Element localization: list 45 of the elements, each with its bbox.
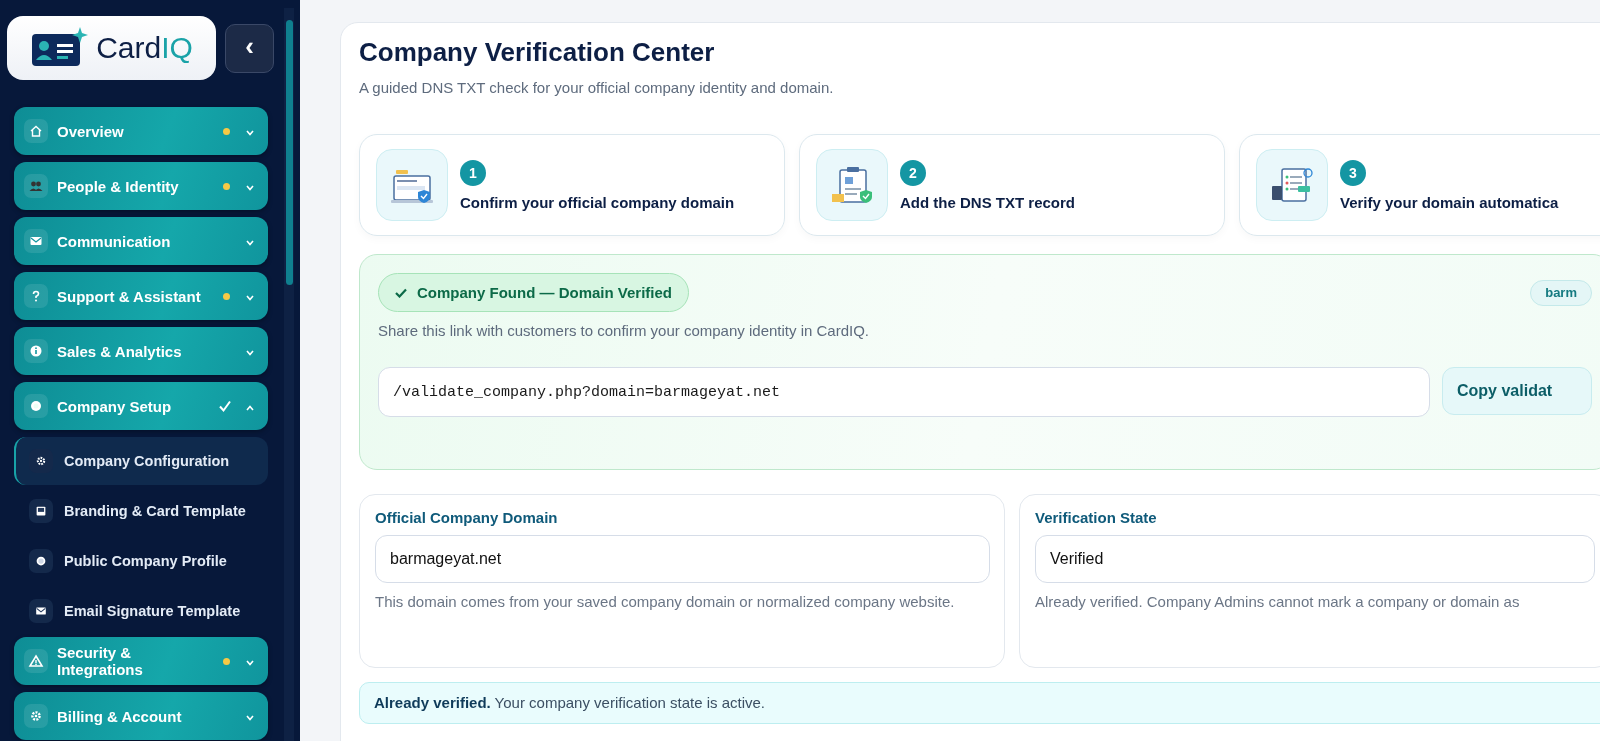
logo-wordmark: CardIQ	[96, 31, 193, 65]
home-icon	[28, 123, 44, 139]
chevron-icon	[246, 405, 254, 411]
step-title: Verify your domain automatica	[1340, 193, 1559, 211]
nav-subitem[interactable]: Company Configuration	[14, 437, 268, 485]
scrollbar-thumb[interactable]	[286, 20, 293, 285]
link-field[interactable]: /validate_company.php?domain=barmageyat.net	[378, 367, 1430, 417]
chevron-icon	[246, 350, 254, 356]
gear-icon	[28, 708, 44, 724]
chevron-icon	[246, 240, 254, 246]
step-number: 2	[900, 159, 926, 186]
nav-subitem[interactable]: Public Company Profile	[14, 537, 268, 585]
field-label: Verification State	[1035, 509, 1157, 526]
step-number: 3	[1340, 159, 1366, 186]
field-label: Official Company Domain	[375, 509, 558, 526]
card-icon	[34, 504, 48, 518]
copy-button[interactable]: Copy validat	[1442, 367, 1592, 415]
status-text: Company Found — Domain Verified	[417, 284, 673, 301]
nav-subitem[interactable]: Email Signature Template	[14, 587, 268, 635]
warning-icon	[28, 653, 44, 669]
chevron-icon	[246, 660, 254, 666]
chevron-icon	[246, 295, 254, 301]
circle-icon	[34, 554, 48, 568]
input-field[interactable]: Verified	[1035, 535, 1595, 583]
step-number: 1	[460, 159, 486, 186]
logo[interactable]: CardIQ	[7, 16, 216, 80]
nav-subitem[interactable]: Branding & Card Template	[14, 487, 268, 535]
gear-icon	[34, 454, 48, 468]
domain-chip: barm	[1530, 279, 1592, 306]
step-title: Confirm your official company domain	[460, 193, 735, 211]
panel-description: Share this link with customers to confirm your company identity in CardIQ.	[378, 322, 871, 339]
field-help: Already verified. Company Admins cannot mark a company or domain as	[1035, 592, 1520, 612]
info-icon	[28, 343, 44, 359]
chevron-icon	[246, 185, 254, 191]
circle-icon	[28, 398, 44, 414]
info-alert: Already verified. Your company verification state is active.	[359, 682, 1600, 724]
page-subtitle: A guided DNS TXT check for your official company identity and domain.	[359, 79, 835, 96]
page-title: Company Verification Center	[359, 37, 716, 68]
input-field[interactable]: barmageyat.net	[375, 535, 990, 583]
field-help: This domain comes from your saved company domain or normalized company website.	[375, 592, 956, 612]
collapse-button[interactable]: ‹	[225, 23, 274, 73]
chevron-icon	[246, 130, 254, 136]
chevron-icon	[246, 715, 254, 721]
check-icon	[395, 287, 407, 298]
step-title: Add the DNS TXT record	[900, 193, 1075, 211]
